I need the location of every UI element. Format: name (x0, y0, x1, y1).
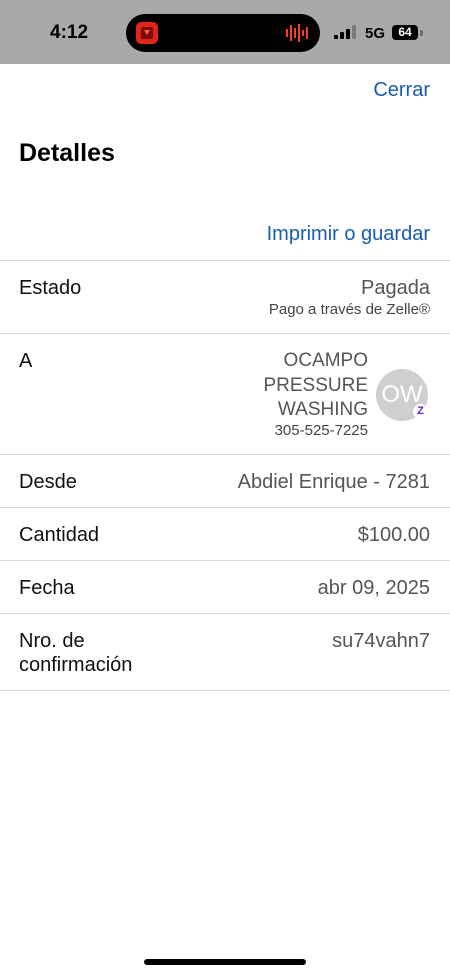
battery-tip (420, 30, 423, 36)
status-label: Estado (19, 277, 82, 299)
divider (0, 454, 450, 455)
dynamic-island[interactable] (126, 14, 320, 52)
home-indicator[interactable] (144, 959, 306, 965)
date-label: Fecha (19, 577, 75, 599)
page-title: Detalles (19, 139, 115, 167)
amount-value: $100.00 (357, 524, 430, 546)
status-time: 4:12 (50, 22, 89, 43)
from-value: Abdiel Enrique - 7281 (237, 471, 430, 493)
from-label: Desde (19, 471, 77, 493)
recipient-phone: 305-525-7225 (274, 422, 368, 439)
zelle-badge-icon: Z (413, 404, 428, 419)
status-bar: 4:12 5G 64 (0, 0, 450, 64)
divider (0, 690, 450, 691)
confirmation-value: su74vahn7 (332, 630, 430, 652)
recipient-name: OCAMPO PRESSURE WASHING (263, 350, 368, 420)
payment-method: Pago a través de Zelle® (268, 301, 430, 318)
recording-app-icon (136, 22, 158, 44)
battery-icon: 64 (392, 25, 418, 40)
recipient-label: A (19, 350, 33, 372)
audio-wave-icon (286, 24, 308, 42)
date-value: abr 09, 2025 (317, 577, 430, 599)
divider (0, 613, 450, 614)
signal-icon (334, 25, 356, 39)
divider (0, 507, 450, 508)
divider (0, 333, 450, 334)
divider (0, 560, 450, 561)
amount-label: Cantidad (19, 524, 100, 546)
print-or-save-button[interactable]: Imprimir o guardar (267, 223, 430, 246)
divider (0, 260, 450, 261)
status-value: Pagada (361, 277, 430, 299)
close-button[interactable]: Cerrar (373, 79, 430, 102)
network-label: 5G (365, 25, 386, 42)
confirmation-label: Nro. de confirmación (19, 630, 133, 676)
